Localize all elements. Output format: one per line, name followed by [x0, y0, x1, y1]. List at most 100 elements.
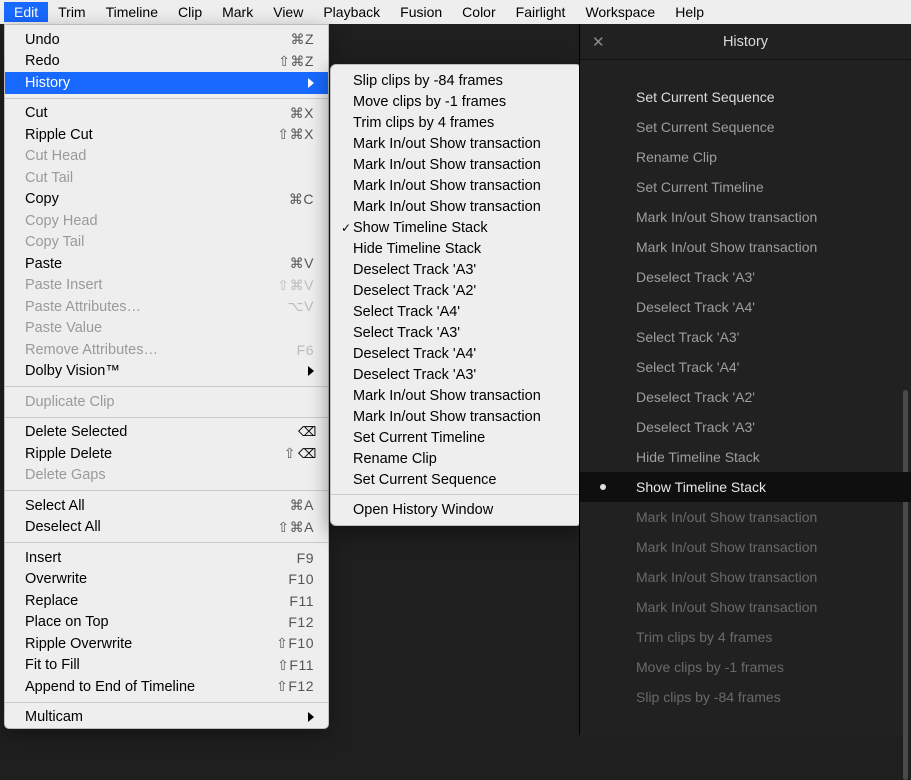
- history-submenu-item[interactable]: Trim clips by 4 frames: [331, 112, 581, 133]
- history-entry[interactable]: Deselect Track 'A3': [580, 412, 911, 442]
- menubar: EditTrimTimelineClipMarkViewPlaybackFusi…: [0, 0, 911, 24]
- history-entry[interactable]: Select Track 'A4': [580, 352, 911, 382]
- menu-separator: [331, 494, 581, 495]
- history-submenu-item[interactable]: Deselect Track 'A3': [331, 259, 581, 280]
- history-submenu-item[interactable]: Move clips by -1 frames: [331, 91, 581, 112]
- menu-item-redo[interactable]: Redo⇧⌘Z: [5, 51, 328, 73]
- menu-item-ripple-cut[interactable]: Ripple Cut⇧⌘X: [5, 124, 328, 146]
- history-submenu-item[interactable]: Select Track 'A3': [331, 322, 581, 343]
- history-submenu-item[interactable]: Mark In/out Show transaction: [331, 175, 581, 196]
- history-submenu-item[interactable]: Deselect Track 'A3': [331, 364, 581, 385]
- menu-item-place-on-top[interactable]: Place on TopF12: [5, 612, 328, 634]
- history-entry-label: Deselect Track 'A3': [636, 419, 755, 435]
- history-submenu-item[interactable]: Set Current Timeline: [331, 427, 581, 448]
- history-entry-label: Deselect Track 'A4': [636, 299, 755, 315]
- history-entry[interactable]: Set Current Timeline: [580, 172, 911, 202]
- menu-item-deselect-all[interactable]: Deselect All⇧⌘A: [5, 517, 328, 539]
- menu-fusion[interactable]: Fusion: [390, 2, 452, 22]
- menu-item-label: Dolby Vision™: [25, 363, 308, 379]
- history-submenu-item[interactable]: Mark In/out Show transaction: [331, 406, 581, 427]
- history-entry[interactable]: Mark In/out Show transaction: [580, 592, 911, 622]
- history-entry[interactable]: Set Current Sequence: [580, 82, 911, 112]
- menu-item-shortcut: ⌘A: [254, 497, 314, 514]
- menu-item-ripple-overwrite[interactable]: Ripple Overwrite⇧F10: [5, 633, 328, 655]
- history-entry[interactable]: Mark In/out Show transaction: [580, 562, 911, 592]
- history-submenu-label: Deselect Track 'A4': [353, 346, 476, 362]
- menu-fairlight[interactable]: Fairlight: [506, 2, 576, 22]
- history-submenu-item[interactable]: Mark In/out Show transaction: [331, 385, 581, 406]
- menu-timeline[interactable]: Timeline: [96, 2, 168, 22]
- history-panel-title: History: [723, 34, 768, 50]
- history-entry[interactable]: Rename Clip: [580, 142, 911, 172]
- menu-clip[interactable]: Clip: [168, 2, 212, 22]
- history-entry[interactable]: Deselect Track 'A4': [580, 292, 911, 322]
- menu-color[interactable]: Color: [452, 2, 505, 22]
- history-entry[interactable]: Mark In/out Show transaction: [580, 202, 911, 232]
- menu-item-replace[interactable]: ReplaceF11: [5, 590, 328, 612]
- menu-item-cut[interactable]: Cut⌘X: [5, 103, 328, 125]
- history-submenu-item[interactable]: Set Current Sequence: [331, 469, 581, 490]
- menu-item-history[interactable]: History: [5, 72, 328, 94]
- history-submenu-label: Mark In/out Show transaction: [353, 199, 541, 215]
- history-entry[interactable]: Slip clips by -84 frames: [580, 682, 911, 712]
- menu-item-shortcut: ⇧⌘V: [254, 277, 314, 294]
- menu-item-shortcut: ⌘X: [254, 105, 314, 122]
- history-entry[interactable]: Mark In/out Show transaction: [580, 502, 911, 532]
- history-submenu-label: Mark In/out Show transaction: [353, 157, 541, 173]
- chevron-right-icon: [308, 712, 314, 722]
- history-entry-label: Set Current Sequence: [636, 119, 775, 135]
- history-submenu-item[interactable]: Rename Clip: [331, 448, 581, 469]
- menu-separator: [5, 702, 328, 703]
- menu-mark[interactable]: Mark: [212, 2, 263, 22]
- history-entry[interactable]: Move clips by -1 frames: [580, 652, 911, 682]
- history-entry[interactable]: Show Timeline Stack: [580, 472, 911, 502]
- history-entry[interactable]: Deselect Track 'A2': [580, 382, 911, 412]
- menu-item-label: Replace: [25, 593, 254, 609]
- menu-trim[interactable]: Trim: [48, 2, 95, 22]
- history-submenu-item[interactable]: Mark In/out Show transaction: [331, 196, 581, 217]
- menu-item-dolby-vision[interactable]: Dolby Vision™: [5, 361, 328, 383]
- menu-item-ripple-delete[interactable]: Ripple Delete⇧⌫: [5, 443, 328, 465]
- menu-item-copy[interactable]: Copy⌘C: [5, 189, 328, 211]
- menu-item-overwrite[interactable]: OverwriteF10: [5, 569, 328, 591]
- menu-item-label: Insert: [25, 550, 254, 566]
- history-submenu-label: Set Current Sequence: [353, 472, 496, 488]
- menu-item-label: Copy Tail: [25, 234, 254, 250]
- menu-item-delete-selected[interactable]: Delete Selected⌫: [5, 422, 328, 444]
- history-submenu-item[interactable]: Deselect Track 'A2': [331, 280, 581, 301]
- history-entry[interactable]: Trim clips by 4 frames: [580, 622, 911, 652]
- history-entry-label: Deselect Track 'A3': [636, 269, 755, 285]
- close-icon[interactable]: ✕: [592, 33, 605, 51]
- menu-view[interactable]: View: [263, 2, 313, 22]
- menu-help[interactable]: Help: [665, 2, 714, 22]
- history-submenu-item[interactable]: Hide Timeline Stack: [331, 238, 581, 259]
- history-entry[interactable]: Set Current Sequence: [580, 112, 911, 142]
- history-entry[interactable]: Mark In/out Show transaction: [580, 232, 911, 262]
- history-submenu-item[interactable]: Slip clips by -84 frames: [331, 70, 581, 91]
- menu-item-fit-to-fill[interactable]: Fit to Fill⇧F11: [5, 655, 328, 677]
- history-submenu-label: Mark In/out Show transaction: [353, 388, 541, 404]
- menu-item-label: Overwrite: [25, 571, 254, 587]
- menu-edit[interactable]: Edit: [4, 2, 48, 22]
- history-submenu-item[interactable]: ✓Show Timeline Stack: [331, 217, 581, 238]
- menu-workspace[interactable]: Workspace: [575, 2, 665, 22]
- menu-item-paste[interactable]: Paste⌘V: [5, 253, 328, 275]
- history-submenu-item[interactable]: Select Track 'A4': [331, 301, 581, 322]
- menu-item-multicam[interactable]: Multicam: [5, 707, 328, 729]
- history-submenu-item[interactable]: Mark In/out Show transaction: [331, 133, 581, 154]
- history-submenu-label: Hide Timeline Stack: [353, 241, 481, 257]
- menu-item-select-all[interactable]: Select All⌘A: [5, 495, 328, 517]
- history-entry[interactable]: Mark In/out Show transaction: [580, 532, 911, 562]
- menu-item-shortcut: ⇧F12: [254, 678, 314, 695]
- menu-item-undo[interactable]: Undo⌘Z: [5, 29, 328, 51]
- history-submenu-item[interactable]: Mark In/out Show transaction: [331, 154, 581, 175]
- menu-item-insert[interactable]: InsertF9: [5, 547, 328, 569]
- menu-item-append-to-end-of-timeline[interactable]: Append to End of Timeline⇧F12: [5, 676, 328, 698]
- menu-playback[interactable]: Playback: [313, 2, 390, 22]
- open-history-window[interactable]: Open History Window: [331, 499, 581, 520]
- menu-item-copy-head: Copy Head: [5, 210, 328, 232]
- history-submenu-item[interactable]: Deselect Track 'A4': [331, 343, 581, 364]
- history-entry[interactable]: Deselect Track 'A3': [580, 262, 911, 292]
- history-entry[interactable]: Select Track 'A3': [580, 322, 911, 352]
- history-entry[interactable]: Hide Timeline Stack: [580, 442, 911, 472]
